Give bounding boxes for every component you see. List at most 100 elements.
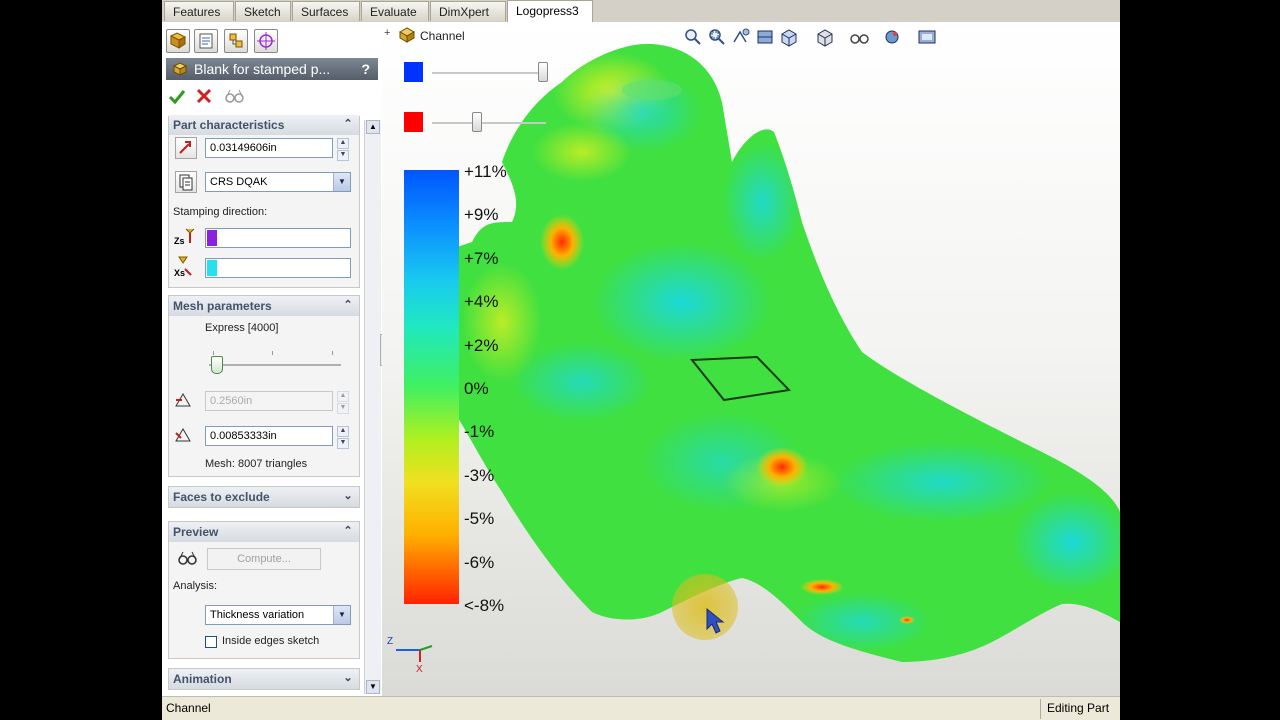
triad-x-label: X	[416, 664, 423, 675]
preview-header[interactable]: Preview ⌃	[169, 522, 359, 542]
configuration-icon	[229, 33, 243, 48]
zoom-area-icon[interactable]	[706, 26, 728, 48]
heads-up-view-toolbar	[682, 26, 1120, 48]
legend-label: -3%	[464, 465, 495, 485]
legend-label: +2%	[464, 335, 499, 355]
ok-check-icon[interactable]	[168, 88, 186, 106]
thickness-icon	[175, 137, 197, 159]
mesh-parameters-header[interactable]: Mesh parameters ⌃	[169, 296, 359, 316]
part-characteristics-group: Part characteristics ⌃ 0.03149606in ▲ ▼ C…	[168, 115, 360, 288]
expand-tree-icon[interactable]: +	[384, 28, 396, 40]
display-style-icon[interactable]	[814, 26, 836, 48]
previous-view-icon[interactable]	[730, 26, 752, 48]
min-element-size-field[interactable]: 0.00853333in	[205, 426, 333, 446]
status-bar: Channel Editing Part	[162, 696, 1120, 720]
max-element-size-field[interactable]: 0.2560in	[205, 391, 333, 411]
triad-z-label: Z	[387, 636, 393, 647]
compute-button[interactable]: Compute...	[207, 548, 321, 570]
thickness-spinner[interactable]: ▲ ▼	[337, 138, 349, 161]
legend-label: 0%	[464, 379, 489, 398]
scroll-up-icon[interactable]: ▲	[366, 120, 380, 134]
tab-evaluate[interactable]: Evaluate	[361, 1, 429, 21]
mesh-quality-slider-thumb[interactable]	[211, 356, 223, 374]
help-button[interactable]: ?	[361, 58, 370, 80]
solidworks-window: Features Sketch Surfaces Evaluate DimXpe…	[162, 0, 1120, 720]
mouse-pointer-icon	[706, 607, 725, 634]
part-icon	[398, 27, 416, 43]
apply-scene-icon[interactable]	[916, 26, 938, 48]
zs-direction-field[interactable]	[205, 228, 351, 248]
animation-header[interactable]: Animation ⌄	[169, 669, 359, 689]
feature-manager-tab[interactable]	[166, 29, 190, 53]
min-element-spinner[interactable]: ▲ ▼	[337, 426, 349, 449]
upper-range-track[interactable]	[432, 72, 544, 74]
zoom-to-fit-icon[interactable]	[682, 26, 704, 48]
collapse-chevron-icon[interactable]: ⌃	[341, 524, 355, 538]
zs-color-swatch	[207, 230, 217, 246]
tab-features[interactable]: Features	[164, 1, 234, 21]
legend-color-bar	[404, 170, 459, 604]
tab-dimxpert[interactable]: DimXpert	[430, 1, 506, 21]
expand-chevron-icon[interactable]: ⌄	[341, 671, 355, 685]
zs-direction-icon: Zs	[174, 228, 195, 246]
configuration-tab[interactable]	[224, 29, 248, 53]
slider-ticks	[213, 351, 334, 355]
faces-to-exclude-header[interactable]: Faces to exclude ⌄	[169, 487, 359, 507]
hide-show-items-icon[interactable]	[848, 26, 870, 48]
scroll-down-icon[interactable]: ▼	[366, 680, 380, 694]
preview-group: Preview ⌃ Compute... Analysis: Thickness…	[168, 521, 360, 659]
mesh-parameters-group: Mesh parameters ⌃ Express [4000] 0.2560i…	[168, 295, 360, 477]
property-icon	[199, 33, 213, 49]
crosshair-icon	[257, 32, 275, 50]
max-element-spinner[interactable]: ▲ ▼	[337, 391, 349, 414]
cancel-x-icon[interactable]	[196, 88, 212, 104]
mesh-quality-slider-track[interactable]	[209, 364, 341, 366]
dropdown-arrow-icon[interactable]: ▼	[333, 606, 350, 624]
tab-surfaces[interactable]: Surfaces	[292, 1, 360, 21]
lower-range-track[interactable]	[432, 122, 546, 124]
property-manager-tab[interactable]	[194, 29, 218, 53]
status-left-text: Channel	[166, 701, 211, 715]
legend-label: +11%	[464, 162, 507, 181]
tab-sketch[interactable]: Sketch	[235, 1, 291, 21]
inside-edges-checkbox[interactable]	[205, 636, 217, 648]
xs-direction-field[interactable]	[205, 258, 351, 278]
part-characteristics-header[interactable]: Part characteristics ⌃	[169, 115, 359, 135]
edit-appearance-icon[interactable]	[882, 26, 904, 48]
red-swatch[interactable]	[404, 112, 423, 132]
svg-text:Xs: Xs	[174, 268, 185, 278]
thickness-field[interactable]: 0.03149606in	[205, 138, 333, 158]
feature-tree-icon	[169, 32, 187, 49]
status-divider	[1040, 699, 1041, 719]
command-manager-tabs: Features Sketch Surfaces Evaluate DimXpe…	[162, 0, 1120, 22]
tab-logopress3[interactable]: Logopress3	[507, 0, 593, 22]
min-element-size-icon	[175, 428, 191, 442]
analysis-select[interactable]: Thickness variation ▼	[205, 605, 351, 625]
legend-label: -5%	[464, 509, 495, 529]
expand-chevron-icon[interactable]: ⌄	[341, 489, 355, 503]
mesh-quality-label: Express [4000]	[205, 322, 279, 334]
panel-title: Blank for stamped p...	[194, 61, 331, 77]
blank-feature-icon	[172, 62, 188, 76]
collapse-chevron-icon[interactable]: ⌃	[341, 117, 355, 131]
dimxpert-tab[interactable]	[254, 29, 278, 53]
analysis-label: Analysis:	[173, 580, 218, 592]
preview-glasses-icon[interactable]	[224, 88, 244, 104]
collapse-chevron-icon[interactable]: ⌃	[341, 298, 355, 312]
animation-group: Animation ⌄	[168, 668, 360, 690]
view-orientation-icon[interactable]	[778, 26, 800, 48]
material-select[interactable]: CRS DQAK ▼	[205, 172, 351, 192]
preview-glasses-icon	[178, 551, 197, 565]
blue-swatch[interactable]	[404, 62, 423, 82]
section-view-icon[interactable]	[754, 26, 776, 48]
upper-range-thumb[interactable]	[538, 62, 548, 82]
graphics-area[interactable]: + Channel Z X +11% +9% +7% +4% +2% 0% -1…	[382, 22, 1120, 696]
legend-label: -6%	[464, 552, 495, 572]
tree-root-label[interactable]: Channel	[420, 29, 465, 43]
xs-direction-icon: Xs	[174, 256, 192, 278]
faces-to-exclude-group: Faces to exclude ⌄	[168, 486, 360, 508]
panel-scrollbar[interactable]: ▲ ▼	[364, 120, 381, 694]
svg-text:Zs: Zs	[174, 236, 185, 246]
lower-range-thumb[interactable]	[472, 112, 482, 132]
dropdown-arrow-icon[interactable]: ▼	[333, 173, 350, 191]
